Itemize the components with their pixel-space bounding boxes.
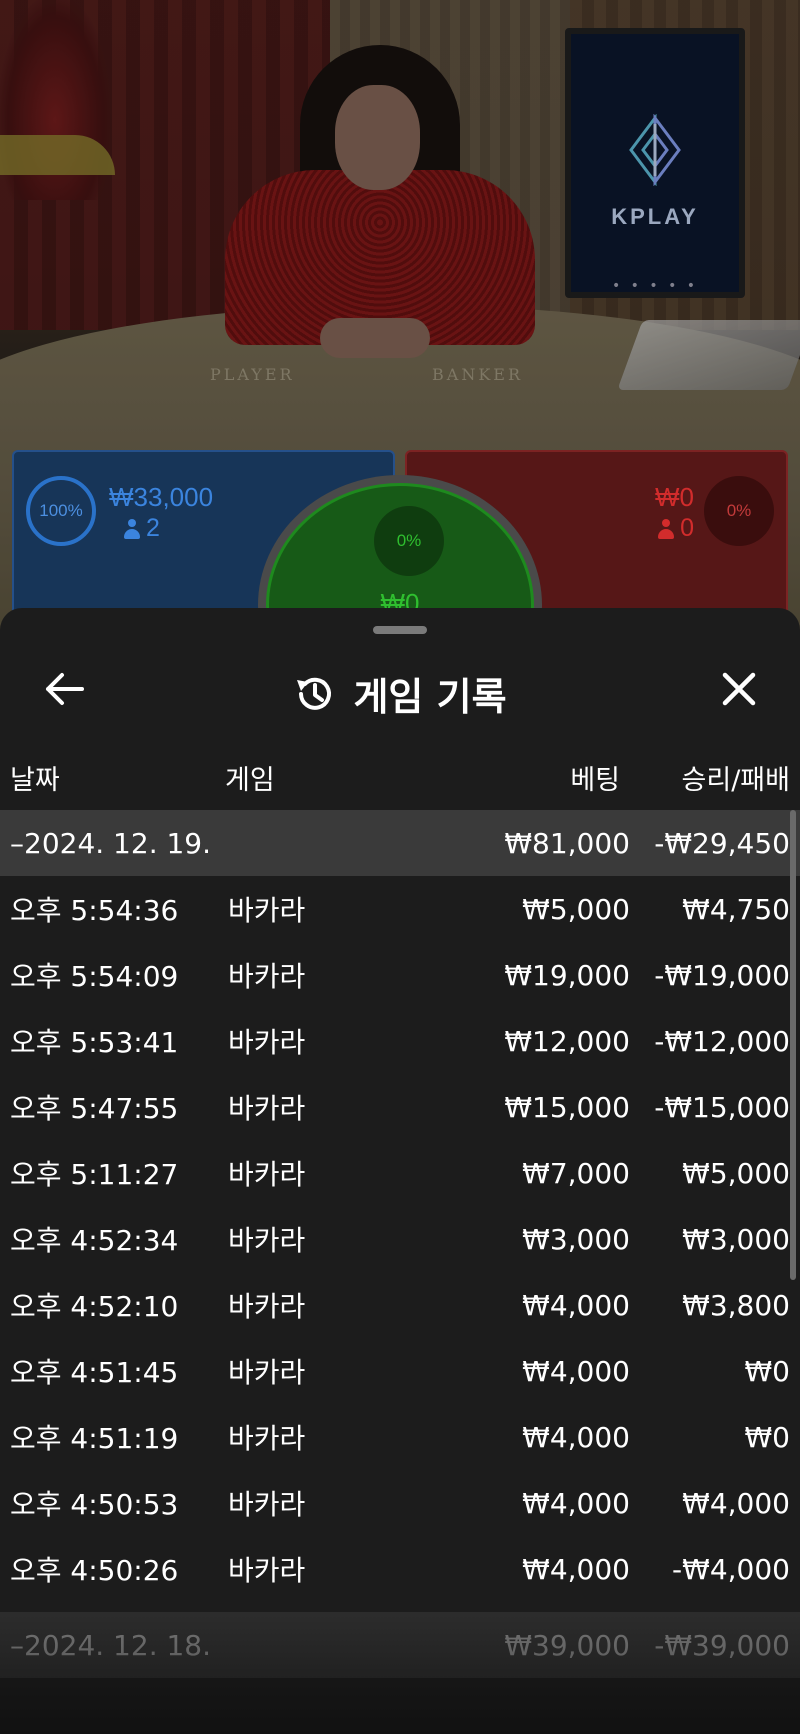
row-time: 오후 4:51:45 [10, 1356, 179, 1389]
row-bet: ₩19,000 [504, 958, 630, 992]
row-time: 오후 5:47:55 [10, 1092, 179, 1125]
row-bet: ₩4,000 [522, 1288, 630, 1322]
history-row[interactable]: 오후 4:52:34 바카라 ₩3,000 ₩3,000 [0, 1206, 800, 1272]
row-game: 바카라 [228, 1092, 306, 1125]
row-game: 바카라 [228, 1026, 306, 1059]
row-bet: ₩7,000 [522, 1156, 630, 1190]
group-win-loss-total: -₩29,450 [654, 826, 790, 860]
row-win-loss: ₩5,000 [682, 1156, 790, 1190]
row-win-loss: ₩4,750 [682, 892, 790, 926]
banker-bettor-count: 0 [658, 514, 694, 543]
banker-percent: 0% [704, 476, 774, 546]
row-win-loss: ₩3,000 [682, 1222, 790, 1256]
row-time: 오후 4:52:34 [10, 1224, 179, 1257]
player-total-amount: ₩33,000 [109, 482, 214, 512]
sheet-header: 게임 기록 [0, 648, 800, 728]
player-percent: 100% [26, 476, 96, 546]
history-row[interactable]: 오후 4:51:19 바카라 ₩4,000 ₩0 [0, 1404, 800, 1470]
tie-percent: 0% [374, 506, 444, 576]
history-row[interactable]: 오후 5:47:55 바카라 ₩15,000 -₩15,000 [0, 1074, 800, 1140]
history-column-headers: 날짜 게임 베팅 승리/패배 [0, 758, 800, 804]
row-win-loss: -₩4,000 [672, 1552, 790, 1586]
person-icon [124, 518, 140, 539]
history-row[interactable]: 오후 5:54:09 바카라 ₩19,000 -₩19,000 [0, 942, 800, 1008]
history-scrollbar[interactable] [790, 810, 796, 1280]
history-row[interactable]: 오후 4:52:10 바카라 ₩4,000 ₩3,800 [0, 1272, 800, 1338]
row-win-loss: ₩4,000 [682, 1486, 790, 1520]
row-win-loss: -₩15,000 [654, 1090, 790, 1124]
banker-total-amount: ₩0 [655, 482, 694, 512]
row-win-loss: ₩0 [744, 1420, 791, 1454]
group-win-loss-total: -₩39,000 [654, 1628, 790, 1662]
row-game: 바카라 [228, 1290, 306, 1323]
group-date: –2024. 12. 18. [10, 1628, 212, 1662]
row-game: 바카라 [228, 1554, 306, 1587]
row-bet: ₩4,000 [522, 1552, 630, 1586]
sheet-title-group: 게임 기록 [0, 666, 800, 721]
history-row[interactable]: 오후 4:50:26 바카라 ₩4,000 -₩4,000 [0, 1536, 800, 1602]
column-header-game: 게임 [225, 765, 275, 796]
date-group-header[interactable]: –2024. 12. 19. ₩81,000 -₩29,450 [0, 810, 800, 876]
player-bettor-count: 2 [124, 514, 160, 543]
row-win-loss: ₩0 [744, 1354, 791, 1388]
row-game: 바카라 [228, 894, 306, 927]
person-icon [658, 518, 675, 539]
history-row[interactable]: 오후 4:51:45 바카라 ₩4,000 ₩0 [0, 1338, 800, 1404]
row-bet: ₩4,000 [522, 1486, 630, 1520]
row-time: 오후 4:51:19 [10, 1422, 179, 1455]
row-bet: ₩15,000 [504, 1090, 630, 1124]
row-game: 바카라 [228, 960, 306, 993]
row-bet: ₩5,000 [522, 892, 630, 926]
close-icon [722, 672, 756, 706]
row-time: 오후 5:54:36 [10, 894, 179, 927]
column-header-bet: 베팅 [570, 765, 620, 796]
close-button[interactable] [714, 664, 764, 714]
history-row[interactable]: 오후 5:11:27 바카라 ₩7,000 ₩5,000 [0, 1140, 800, 1206]
row-bet: ₩4,000 [522, 1354, 630, 1388]
row-win-loss: -₩12,000 [654, 1024, 790, 1058]
history-row[interactable]: 오후 4:50:53 바카라 ₩4,000 ₩4,000 [0, 1470, 800, 1536]
history-icon [297, 677, 332, 710]
date-group-header[interactable]: –2024. 12. 18. ₩39,000 -₩39,000 [0, 1612, 800, 1678]
banker-count-value: 0 [680, 514, 694, 542]
row-game: 바카라 [228, 1356, 306, 1389]
row-game: 바카라 [228, 1422, 306, 1455]
column-header-date: 날짜 [10, 765, 60, 796]
row-win-loss: -₩19,000 [654, 958, 790, 992]
group-date: –2024. 12. 19. [10, 826, 212, 860]
row-time: 오후 4:50:53 [10, 1488, 179, 1521]
row-bet: ₩4,000 [522, 1420, 630, 1454]
sheet-drag-handle[interactable] [373, 626, 427, 634]
row-win-loss: ₩3,800 [682, 1288, 790, 1322]
row-time: 오후 4:52:10 [10, 1290, 179, 1323]
group-bet-total: ₩39,000 [504, 1628, 630, 1662]
row-bet: ₩3,000 [522, 1222, 630, 1256]
sheet-title: 게임 기록 [353, 675, 507, 719]
row-time: 오후 4:50:26 [10, 1554, 179, 1587]
player-count-value: 2 [146, 514, 160, 542]
history-row[interactable]: 오후 5:53:41 바카라 ₩12,000 -₩12,000 [0, 1008, 800, 1074]
row-game: 바카라 [228, 1158, 306, 1191]
game-history-sheet: 게임 기록 날짜 게임 베팅 승리/패배 –2024. 12. 19. ₩81,… [0, 608, 800, 1734]
row-game: 바카라 [228, 1224, 306, 1257]
history-list: –2024. 12. 19. ₩81,000 -₩29,450 오후 5:54:… [0, 810, 800, 1678]
row-time: 오후 5:11:27 [10, 1158, 179, 1191]
group-bet-total: ₩81,000 [504, 826, 630, 860]
row-time: 오후 5:54:09 [10, 960, 179, 993]
column-header-win-loss: 승리/패배 [681, 765, 790, 796]
history-row[interactable]: 오후 5:54:36 바카라 ₩5,000 ₩4,750 [0, 876, 800, 942]
row-bet: ₩12,000 [504, 1024, 630, 1058]
row-time: 오후 5:53:41 [10, 1026, 179, 1059]
row-game: 바카라 [228, 1488, 306, 1521]
